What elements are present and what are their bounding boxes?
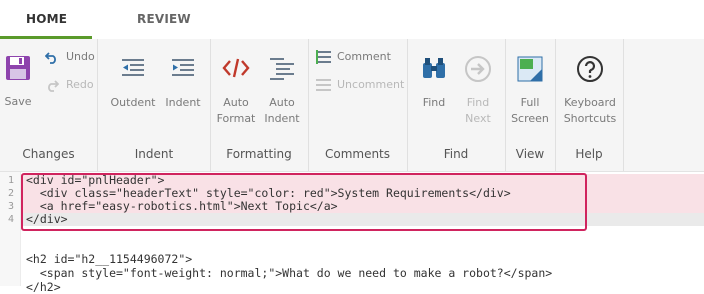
redo-button[interactable]: Redo <box>45 76 105 94</box>
line-number: 3 <box>7 201 14 212</box>
indent-label: Indent <box>165 96 201 109</box>
code-line[interactable]: </h2> <box>26 280 61 294</box>
uncomment-button[interactable]: Uncomment <box>316 76 408 94</box>
find-label: Find <box>422 96 446 109</box>
outdent-icon <box>122 59 144 76</box>
group-divider <box>623 39 624 171</box>
uncomment-icon <box>316 79 331 91</box>
undo-label: Undo <box>66 50 95 63</box>
auto-format-label-line1: Auto <box>223 96 249 109</box>
group-label-formatting: Formatting <box>226 147 292 161</box>
keyboard-shortcuts-label-line1: Keyboard <box>564 96 616 109</box>
code-brackets-icon <box>222 58 250 78</box>
comment-label: Comment <box>337 50 391 63</box>
undo-button[interactable]: Undo <box>45 48 105 66</box>
group-label-comments: Comments <box>324 147 391 161</box>
line-number: 1 <box>7 175 14 186</box>
code-editor[interactable]: 1 2 3 4 <div id="pnlHeader"> <div class=… <box>0 172 704 294</box>
redo-icon <box>48 80 59 92</box>
group-label-changes: Changes <box>22 147 75 161</box>
line-number: 4 <box>7 214 14 225</box>
auto-indent-label-line2: Indent <box>264 112 300 125</box>
outdent-label: Outdent <box>110 96 156 109</box>
auto-indent-icon <box>270 58 294 80</box>
tab-home[interactable]: HOME <box>26 12 67 26</box>
full-screen-icon <box>517 56 543 82</box>
tab-review[interactable]: REVIEW <box>137 12 191 26</box>
arrow-right-circle-icon <box>465 56 491 82</box>
comment-icon <box>316 50 331 64</box>
ribbon-toolbar: Save Undo Redo Changes Outdent Indent In… <box>0 39 704 172</box>
group-label-view: View <box>515 147 545 161</box>
code-line[interactable]: <h2 id="h2__1154496072"> <box>26 252 192 266</box>
code-line[interactable]: <span style="font-weight: normal;">What … <box>26 266 552 280</box>
line-number: 2 <box>7 188 14 199</box>
redo-label: Redo <box>66 78 94 91</box>
group-label-indent: Indent <box>134 147 174 161</box>
save-label: Save <box>4 95 32 108</box>
find-next-label-line2: Next <box>465 112 491 125</box>
full-screen-label-line2: Screen <box>511 112 549 125</box>
auto-indent-label-line1: Auto <box>269 96 295 109</box>
help-icon <box>577 56 603 82</box>
group-label-find: Find <box>443 147 469 161</box>
uncomment-label: Uncomment <box>337 78 405 91</box>
indent-icon <box>172 59 194 76</box>
full-screen-label-line1: Full <box>520 96 540 109</box>
save-icon <box>6 56 30 80</box>
auto-format-label-line2: Format <box>216 112 256 125</box>
comment-button[interactable]: Comment <box>316 48 406 66</box>
group-label-help: Help <box>575 147 603 161</box>
keyboard-shortcuts-label-line2: Shortcuts <box>563 112 617 125</box>
undo-icon <box>45 52 56 64</box>
ribbon-tabs: HOME REVIEW <box>0 0 704 39</box>
binoculars-icon <box>423 58 445 78</box>
selection-highlight-box <box>21 173 587 231</box>
find-next-label-line1: Find <box>466 96 490 109</box>
